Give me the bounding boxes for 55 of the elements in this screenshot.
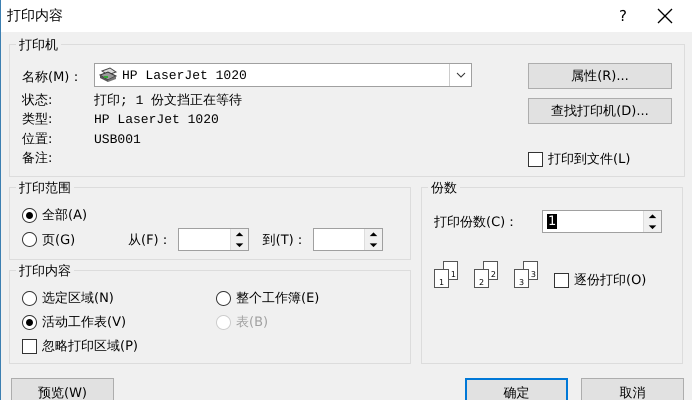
- field-value: USB001: [94, 130, 142, 149]
- radio-label: 活动工作表(V): [42, 314, 126, 331]
- number-field[interactable]: [312, 228, 383, 251]
- field-label: 从(F)：: [128, 232, 172, 248]
- radio-button[interactable]: [216, 290, 231, 306]
- field-label: 打印份数(C)：: [434, 214, 518, 230]
- checkbox[interactable]: [528, 152, 543, 166]
- checkbox[interactable]: [554, 272, 569, 288]
- field-label: 类型:: [22, 111, 54, 130]
- radio-button[interactable]: [22, 232, 37, 247]
- dialog-button[interactable]: 查找打印机(D)...: [528, 98, 672, 124]
- checkbox-label: 忽略打印区域(P): [42, 338, 138, 355]
- number-field[interactable]: [178, 228, 249, 251]
- dialog-button[interactable]: 属性(R)...: [528, 63, 672, 89]
- field-label: 名称(M)：: [22, 68, 84, 87]
- window-title: 打印内容: [7, 7, 64, 25]
- spin-arrows-icon[interactable]: [643, 211, 661, 232]
- dialog-button[interactable]: 预览(W): [11, 378, 114, 400]
- group-title: 打印内容: [16, 262, 74, 280]
- radio-button[interactable]: [22, 314, 37, 330]
- group-title: 打印范围: [16, 179, 74, 197]
- close-icon[interactable]: [657, 8, 673, 24]
- checkbox-label: 打印到文件(L): [548, 151, 630, 168]
- radio-label: 选定区域(N): [42, 290, 114, 307]
- field-label: 状态:: [22, 92, 54, 110]
- field-value: HP LaserJet 1020: [94, 111, 220, 130]
- spin-arrows-icon[interactable]: [230, 229, 248, 250]
- radio-label: 整个工作簿(E): [236, 290, 320, 307]
- dialog-button[interactable]: 取消: [581, 378, 684, 400]
- radio-label: 表(B): [236, 314, 268, 331]
- radio-label: 全部(A): [42, 207, 88, 224]
- dialog-button[interactable]: 确定: [465, 378, 568, 400]
- field-value: 打印; 1 份文挡正在等待: [94, 92, 244, 110]
- printer-dropdown[interactable]: HP LaserJet 1020: [94, 63, 472, 88]
- page-number: 1: [450, 271, 456, 279]
- spin-arrows-icon[interactable]: [364, 229, 382, 250]
- chevron-down-icon[interactable]: [456, 72, 466, 78]
- group-title: 打印机: [16, 36, 61, 54]
- radio-button[interactable]: [22, 290, 37, 306]
- help-button[interactable]: ?: [601, 7, 645, 25]
- number-field[interactable]: 1: [542, 210, 662, 233]
- field-label: 到(T)：: [262, 232, 307, 248]
- radio-label: 页(G): [42, 232, 76, 248]
- field-label: 备注:: [22, 150, 54, 168]
- page-number: 3: [518, 279, 524, 287]
- checkbox-label: 逐份打印(O): [574, 272, 646, 289]
- page-number: 1: [438, 279, 444, 287]
- field-label: 位置:: [22, 130, 54, 149]
- printer-icon: [98, 66, 118, 84]
- page-number: 3: [530, 271, 536, 279]
- radio-button[interactable]: [22, 208, 37, 222]
- page-number: 2: [490, 271, 496, 279]
- page-number: 2: [478, 279, 484, 287]
- checkbox[interactable]: [22, 338, 37, 354]
- group-title: 份数: [428, 179, 460, 197]
